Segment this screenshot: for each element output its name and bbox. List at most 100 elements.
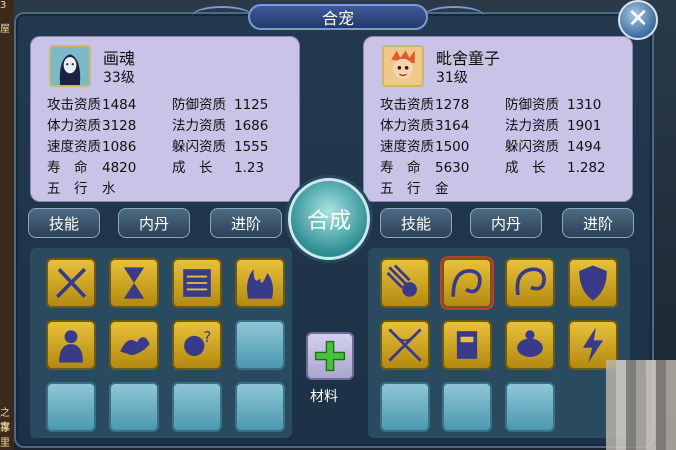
shield-icon xyxy=(579,265,607,301)
right-skill-grid xyxy=(368,248,630,438)
tab-advance-right[interactable]: 进阶 xyxy=(562,208,634,238)
stat-label: 成 长 xyxy=(505,160,546,176)
title-ornament xyxy=(424,6,484,26)
demon-child-avatar-icon xyxy=(384,47,422,85)
swords-icon xyxy=(55,267,87,299)
tab-neidan-left[interactable]: 内丹 xyxy=(118,208,190,238)
empty-skill-slot[interactable] xyxy=(172,382,222,432)
stat-value: 3128 xyxy=(102,118,137,134)
stat-label: 寿 命 xyxy=(380,160,421,176)
stat-label: 法力资质 xyxy=(505,118,559,134)
stat-label: 五 行 xyxy=(47,181,88,197)
right-pet-card: 毗舍童子 31级 攻击资质 1278 防御资质 1310 体力资质 3164 法… xyxy=(363,36,633,202)
edge-text: 屋 xyxy=(0,24,10,35)
merge-button[interactable]: 合成 xyxy=(288,178,370,260)
skill-slot[interactable] xyxy=(505,258,555,308)
empty-skill-slot[interactable] xyxy=(380,382,430,432)
empty-skill-slot[interactable] xyxy=(505,382,555,432)
close-button[interactable]: ✕ xyxy=(618,0,658,40)
stat-row: 五 行 金 xyxy=(380,179,630,200)
stat-value: 1901 xyxy=(567,118,602,134)
plus-icon xyxy=(314,340,346,372)
skill-slot[interactable] xyxy=(380,320,430,370)
stat-value: 1125 xyxy=(234,97,269,113)
edge-text: 3 xyxy=(0,0,7,11)
stat-value: 5630 xyxy=(435,160,470,176)
pet-level: 31级 xyxy=(436,70,468,86)
skill-slot-selected[interactable] xyxy=(442,258,492,308)
empty-skill-slot[interactable] xyxy=(46,382,96,432)
stat-row: 体力资质 3128 法力资质 1686 xyxy=(47,116,297,137)
stat-value: 1086 xyxy=(102,139,137,155)
stat-value: 1310 xyxy=(567,97,602,113)
stat-label: 成 长 xyxy=(172,160,213,176)
crossed-blades-icon xyxy=(388,328,422,362)
stat-row: 体力资质 3164 法力资质 1901 xyxy=(380,116,630,137)
stat-value: 1500 xyxy=(435,139,470,155)
pet-name: 画魂 xyxy=(103,49,136,68)
empty-skill-slot[interactable] xyxy=(235,382,285,432)
skill-slot[interactable] xyxy=(380,258,430,308)
skill-slot[interactable]: ? xyxy=(172,320,222,370)
add-material-button[interactable] xyxy=(306,332,354,380)
pet-avatar[interactable] xyxy=(382,45,424,87)
panel-title: 合宠 xyxy=(248,4,428,30)
stat-label: 躲闪资质 xyxy=(505,139,559,155)
pet-avatar[interactable] xyxy=(49,45,91,87)
stat-value: 1.23 xyxy=(234,160,265,176)
hourglass-icon xyxy=(123,267,145,299)
skill-slot[interactable] xyxy=(442,320,492,370)
stat-label: 体力资质 xyxy=(47,118,101,134)
stat-row: 寿 命 4820 成 长 1.23 xyxy=(47,158,297,179)
ghost-girl-avatar-icon xyxy=(51,47,89,85)
stat-row: 五 行 水 xyxy=(47,179,297,200)
empty-skill-slot[interactable] xyxy=(109,382,159,432)
skill-slot[interactable] xyxy=(235,258,285,308)
skill-slot[interactable] xyxy=(109,258,159,308)
stat-label: 寿 命 xyxy=(47,160,88,176)
stat-row: 攻击资质 1484 防御资质 1125 xyxy=(47,95,297,116)
silhouette-icon xyxy=(59,330,83,363)
left-skill-grid: ? xyxy=(30,248,292,438)
stat-label: 攻击资质 xyxy=(47,97,101,113)
stat-label: 速度资质 xyxy=(380,139,434,155)
svg-text:?: ? xyxy=(203,329,211,346)
skill-slot[interactable] xyxy=(172,258,222,308)
title-ornament xyxy=(192,6,252,26)
mosaic-overlay xyxy=(606,360,676,450)
empty-skill-slot[interactable] xyxy=(442,382,492,432)
stat-value: 1686 xyxy=(234,118,269,134)
stat-value: 1494 xyxy=(567,139,602,155)
skill-slot[interactable] xyxy=(505,320,555,370)
tab-skill-right[interactable]: 技能 xyxy=(380,208,452,238)
turtle-icon xyxy=(517,330,543,357)
meteor-icon xyxy=(386,264,417,297)
skill-slot[interactable] xyxy=(46,320,96,370)
skill-slot[interactable] xyxy=(568,258,618,308)
stat-label: 攻击资质 xyxy=(380,97,434,113)
stat-row: 寿 命 5630 成 长 1.282 xyxy=(380,158,630,179)
stat-label: 速度资质 xyxy=(47,139,101,155)
pet-name: 毗舍童子 xyxy=(436,49,501,68)
armor-icon xyxy=(456,331,478,359)
recurve-icon xyxy=(515,267,546,296)
edge-text: 宝 xyxy=(0,422,10,433)
pet-level: 33级 xyxy=(103,70,135,86)
mystery-hand-icon: ? xyxy=(184,329,211,357)
flames-icon xyxy=(246,269,274,299)
stat-value: 1484 xyxy=(102,97,137,113)
edge-text: 里 xyxy=(0,438,10,449)
empty-skill-slot[interactable] xyxy=(235,320,285,370)
spiral-icon xyxy=(451,269,482,297)
stat-label: 体力资质 xyxy=(380,118,434,134)
pet-stats: 攻击资质 1484 防御资质 1125 体力资质 3128 法力资质 1686 … xyxy=(47,95,297,200)
skill-slot[interactable] xyxy=(109,320,159,370)
stat-label: 躲闪资质 xyxy=(172,139,226,155)
pet-stats: 攻击资质 1278 防御资质 1310 体力资质 3164 法力资质 1901 … xyxy=(380,95,630,200)
stat-value: 1555 xyxy=(234,139,269,155)
stat-row: 速度资质 1500 躲闪资质 1494 xyxy=(380,137,630,158)
tab-skill-left[interactable]: 技能 xyxy=(28,208,100,238)
tab-neidan-right[interactable]: 内丹 xyxy=(470,208,542,238)
tab-advance-left[interactable]: 进阶 xyxy=(210,208,282,238)
skill-slot[interactable] xyxy=(46,258,96,308)
